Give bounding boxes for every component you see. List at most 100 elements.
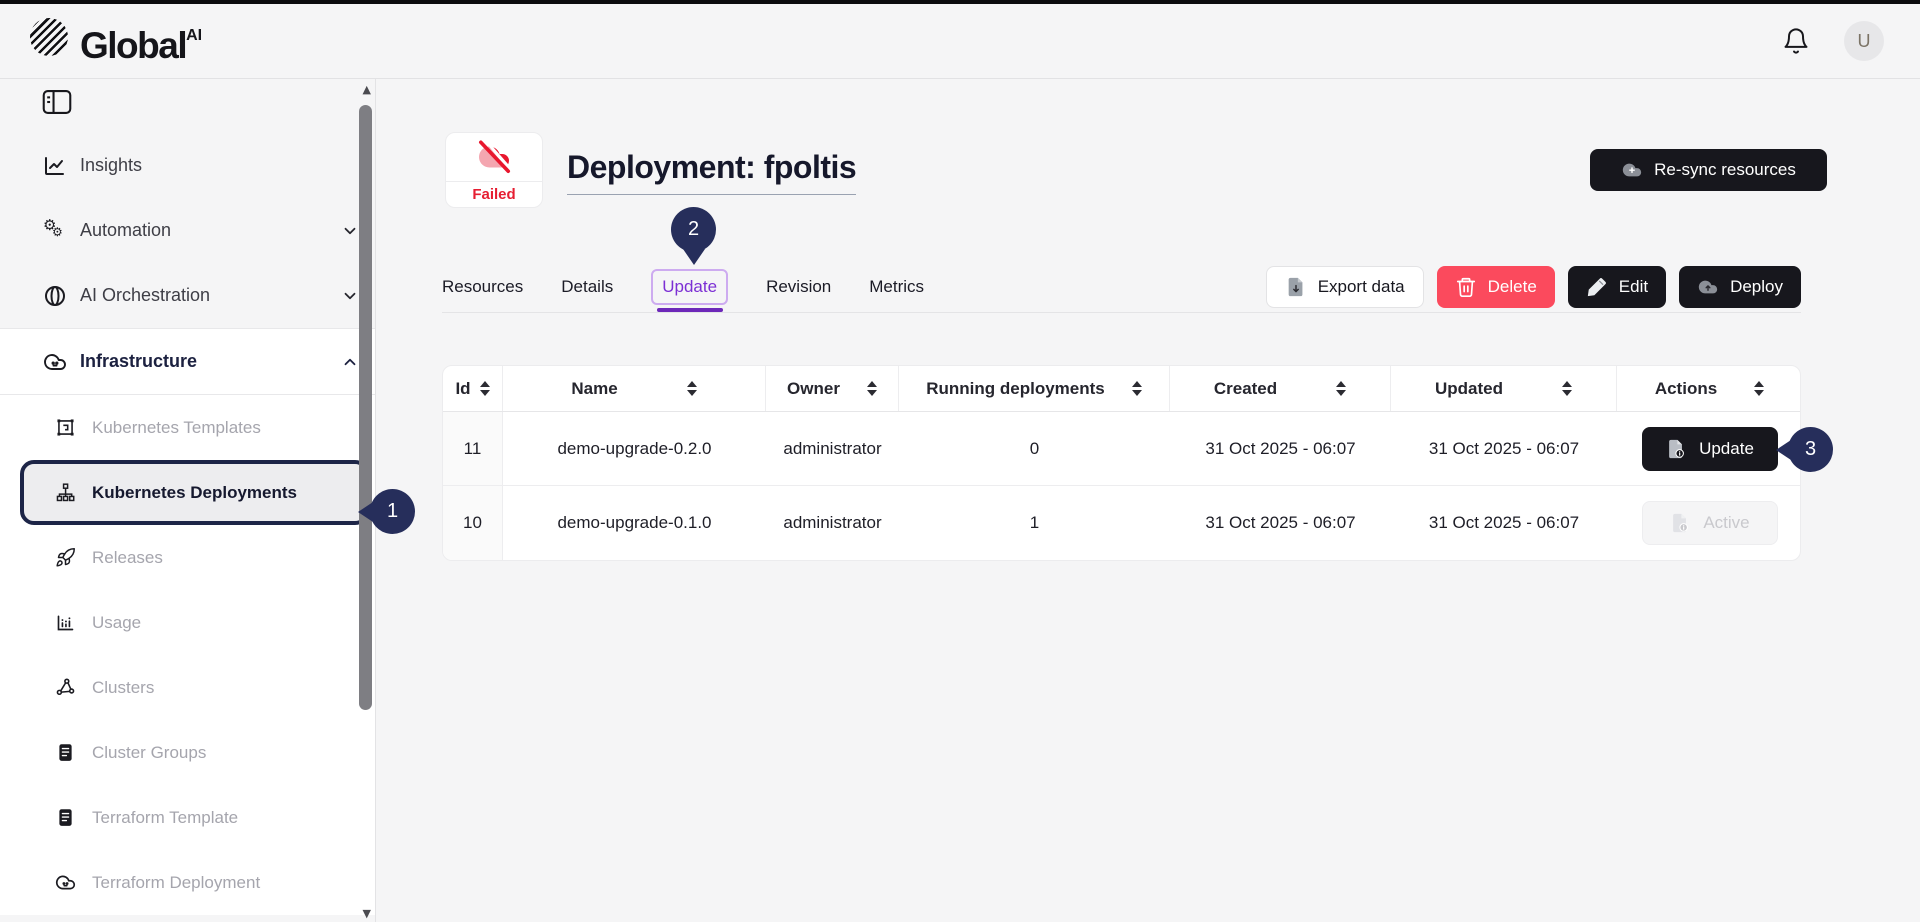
sidebar-scrollbar-up-arrow[interactable]: ▲ (363, 83, 371, 96)
annotation-number: 1 (387, 500, 398, 523)
kubernetes-templates-icon (55, 417, 76, 438)
tab-details[interactable]: Details (561, 277, 613, 297)
active-row-label: Active (1703, 513, 1749, 533)
annotation-number: 3 (1805, 438, 1816, 461)
cluster-groups-icon (55, 742, 76, 763)
table-row: 10 demo-upgrade-0.1.0 administrator 1 31… (443, 486, 1800, 560)
cell-id: 10 (443, 486, 503, 560)
sort-icon (867, 381, 877, 396)
sort-icon (1336, 381, 1346, 396)
page: GlobalAI U (0, 0, 1920, 922)
brand-superscript: AI (186, 27, 202, 44)
column-header-name[interactable]: Name (503, 366, 766, 411)
update-row-button[interactable]: Update (1642, 427, 1778, 471)
column-label: Created (1214, 379, 1277, 399)
column-label: Name (571, 379, 617, 399)
user-avatar[interactable]: U (1844, 21, 1884, 61)
cell-running-deployments: 1 (899, 486, 1170, 560)
trash-icon (1455, 276, 1477, 298)
sidebar-item-label: Cluster Groups (92, 743, 206, 763)
sidebar-item-label: Infrastructure (80, 351, 197, 372)
sidebar-item-ai-orchestration[interactable]: AI Orchestration (0, 263, 375, 328)
sidebar-infrastructure-group: Infrastructure (0, 328, 375, 915)
clusters-icon (55, 677, 76, 698)
sidebar-item-label: Kubernetes Templates (92, 418, 261, 438)
cell-name: demo-upgrade-0.2.0 (503, 412, 766, 485)
tab-revision[interactable]: Revision (766, 277, 831, 297)
sort-icon (1754, 381, 1764, 396)
cloud-failed-icon (446, 133, 542, 182)
main-content: Failed Deployment: fpoltis Re-sync resou… (376, 79, 1920, 922)
brand-logo: GlobalAI (30, 14, 202, 68)
tab-metrics[interactable]: Metrics (869, 277, 924, 297)
brand-logo-icon (30, 18, 68, 56)
sidebar-item-infrastructure[interactable]: Infrastructure (0, 329, 375, 395)
sidebar-item-kubernetes-deployments[interactable]: Kubernetes Deployments (20, 460, 369, 525)
deployments-table: Id Name Owner Running deployments Create… (442, 365, 1801, 561)
export-data-button[interactable]: Export data (1266, 266, 1424, 308)
deploy-button[interactable]: Deploy (1679, 266, 1801, 308)
pen-icon (1586, 276, 1608, 298)
top-navbar: GlobalAI U (0, 0, 1920, 79)
cell-created: 31 Oct 2025 - 06:07 (1170, 486, 1391, 560)
column-label: Running deployments (926, 379, 1105, 399)
column-header-updated[interactable]: Updated (1391, 366, 1617, 411)
navbar-right: U (1782, 21, 1884, 61)
annotation-pin-1: 1 (370, 489, 415, 534)
sidebar-item-insights[interactable]: Insights (0, 133, 375, 198)
sidebar-scrollbar-thumb[interactable] (359, 105, 372, 710)
column-header-created[interactable]: Created (1170, 366, 1391, 411)
delete-button[interactable]: Delete (1437, 266, 1555, 308)
status-badge: Failed (446, 182, 542, 207)
tab-update[interactable]: Update (651, 269, 728, 305)
sidebar-item-usage[interactable]: Usage (0, 590, 375, 655)
column-header-id[interactable]: Id (443, 366, 503, 411)
tab-resources[interactable]: Resources (442, 277, 523, 297)
sidebar-scrollbar-down-arrow[interactable]: ▼ (363, 907, 371, 920)
usage-icon (55, 612, 76, 633)
cell-owner: administrator (766, 412, 899, 485)
file-info-icon (1669, 512, 1691, 534)
cell-owner: administrator (766, 486, 899, 560)
sidebar-item-label: Kubernetes Deployments (92, 483, 297, 503)
sidebar-item-kubernetes-templates[interactable]: Kubernetes Templates (0, 395, 375, 460)
notifications-bell-icon[interactable] (1782, 27, 1810, 55)
resync-label: Re-sync resources (1654, 160, 1796, 180)
sidebar-item-cluster-groups[interactable]: Cluster Groups (0, 720, 375, 785)
chevron-down-icon (341, 222, 359, 240)
active-row-button: Active (1642, 501, 1778, 545)
file-info-icon (1665, 438, 1687, 460)
update-row-label: Update (1699, 439, 1754, 459)
sidebar-item-label: Clusters (92, 678, 154, 698)
column-header-actions[interactable]: Actions (1617, 366, 1801, 411)
cloud-upload-icon (1697, 276, 1719, 298)
edit-label: Edit (1619, 277, 1648, 297)
column-label: Owner (787, 379, 840, 399)
chevron-down-icon (341, 287, 359, 305)
edit-button[interactable]: Edit (1568, 266, 1666, 308)
insights-icon (43, 154, 67, 178)
sidebar-item-terraform-template[interactable]: Terraform Template (0, 785, 375, 850)
sidebar-item-clusters[interactable]: Clusters (0, 655, 375, 720)
sidebar-item-label: Terraform Template (92, 808, 238, 828)
kubernetes-deployments-icon (55, 482, 76, 503)
chevron-up-icon (341, 353, 359, 371)
deployment-status-card: Failed (445, 132, 543, 208)
sidebar-item-releases[interactable]: Releases (0, 525, 375, 590)
resync-resources-button[interactable]: Re-sync resources (1590, 149, 1827, 191)
brand-word: Global (80, 25, 186, 66)
tab-list: Resources Details Update Revision Metric… (442, 269, 924, 305)
column-header-owner[interactable]: Owner (766, 366, 899, 411)
annotation-number: 2 (688, 218, 699, 241)
cell-actions: Update (1617, 412, 1801, 485)
ai-orchestration-icon (43, 284, 67, 308)
sidebar-item-terraform-deployment[interactable]: Terraform Deployment (0, 850, 375, 915)
column-header-running-deployments[interactable]: Running deployments (899, 366, 1170, 411)
automation-icon: ⚙⚙ (43, 219, 67, 243)
brand-name: GlobalAI (80, 14, 202, 68)
sidebar-item-automation[interactable]: ⚙⚙ Automation (0, 198, 375, 263)
sort-icon (1562, 381, 1572, 396)
delete-label: Delete (1488, 277, 1537, 297)
sidebar-collapse-icon[interactable] (42, 89, 72, 115)
table-row: 11 demo-upgrade-0.2.0 administrator 0 31… (443, 412, 1800, 486)
